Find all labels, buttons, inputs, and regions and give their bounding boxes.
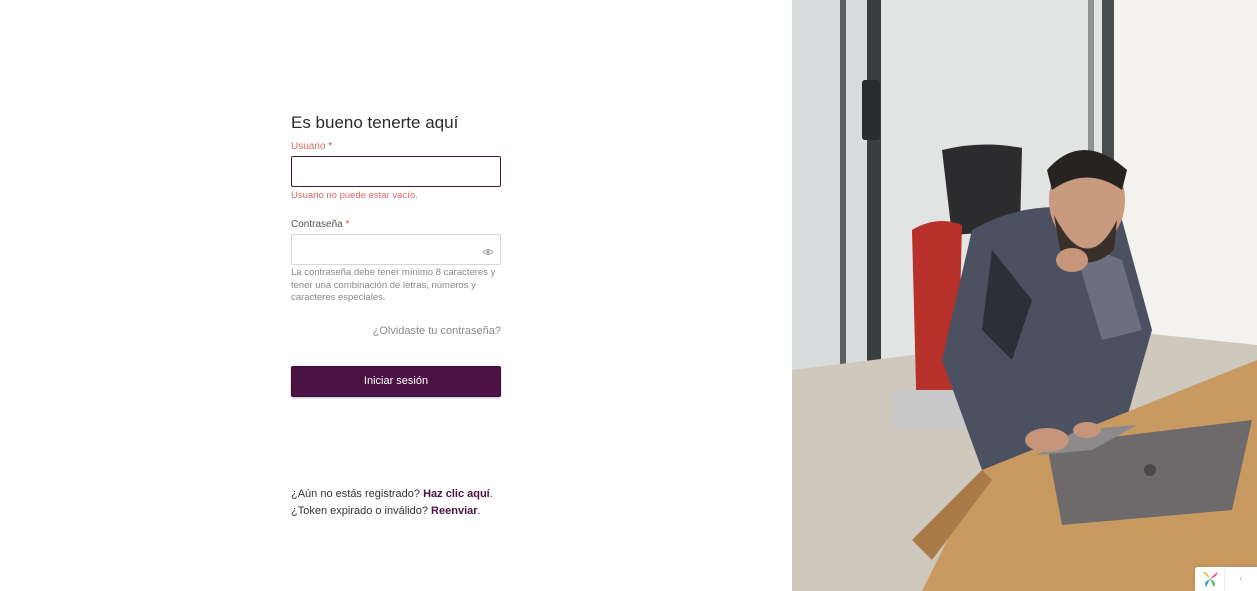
password-input[interactable] (291, 234, 501, 265)
chat-widget[interactable]: ‹ (1195, 567, 1257, 591)
password-hint: La contraseña debe tener mínimo 8 caract… (291, 267, 496, 303)
flower-logo-icon[interactable] (1195, 567, 1225, 591)
login-button[interactable]: Iniciar sesión (291, 365, 501, 397)
man-working-laptop-illustration (792, 0, 1257, 591)
resend-line: ¿Token expirado o inválido? Reenviar. (291, 504, 481, 517)
password-field-wrapper (291, 234, 501, 265)
password-label: Contraseña * (291, 219, 501, 231)
resend-link[interactable]: Reenviar (431, 505, 477, 517)
eye-icon[interactable] (482, 244, 494, 255)
hero-image (792, 0, 1257, 591)
register-link[interactable]: Haz clic aquí (423, 488, 490, 500)
register-text: ¿Aún no estás registrado? (291, 488, 421, 500)
register-line: ¿Aún no estás registrado? Haz clic aquí. (291, 488, 493, 500)
page-title: Es bueno tenerte aquí (291, 113, 459, 132)
login-panel: Es bueno tenerte aquí Usuario * Usuario … (0, 0, 792, 591)
password-label-text: Contraseña (291, 219, 343, 230)
username-label-text: Usuario (291, 141, 326, 152)
username-error-message: Usuario no puede estar vacío. (291, 190, 418, 201)
footer-links: ¿Aún no estás registrado? Haz clic aquí.… (291, 486, 493, 519)
token-text: ¿Token expirado o inválido? (291, 504, 428, 517)
login-form: Es bueno tenerte aquí Usuario * Usuario … (291, 112, 501, 397)
username-label: Usuario * (291, 141, 501, 153)
forgot-password-link[interactable]: ¿Olvidaste tu contraseña? (291, 325, 501, 337)
password-required-mark: * (345, 219, 350, 230)
chevron-left-icon[interactable]: ‹ (1225, 573, 1257, 585)
username-input[interactable] (291, 156, 501, 187)
username-required-mark: * (328, 141, 333, 152)
